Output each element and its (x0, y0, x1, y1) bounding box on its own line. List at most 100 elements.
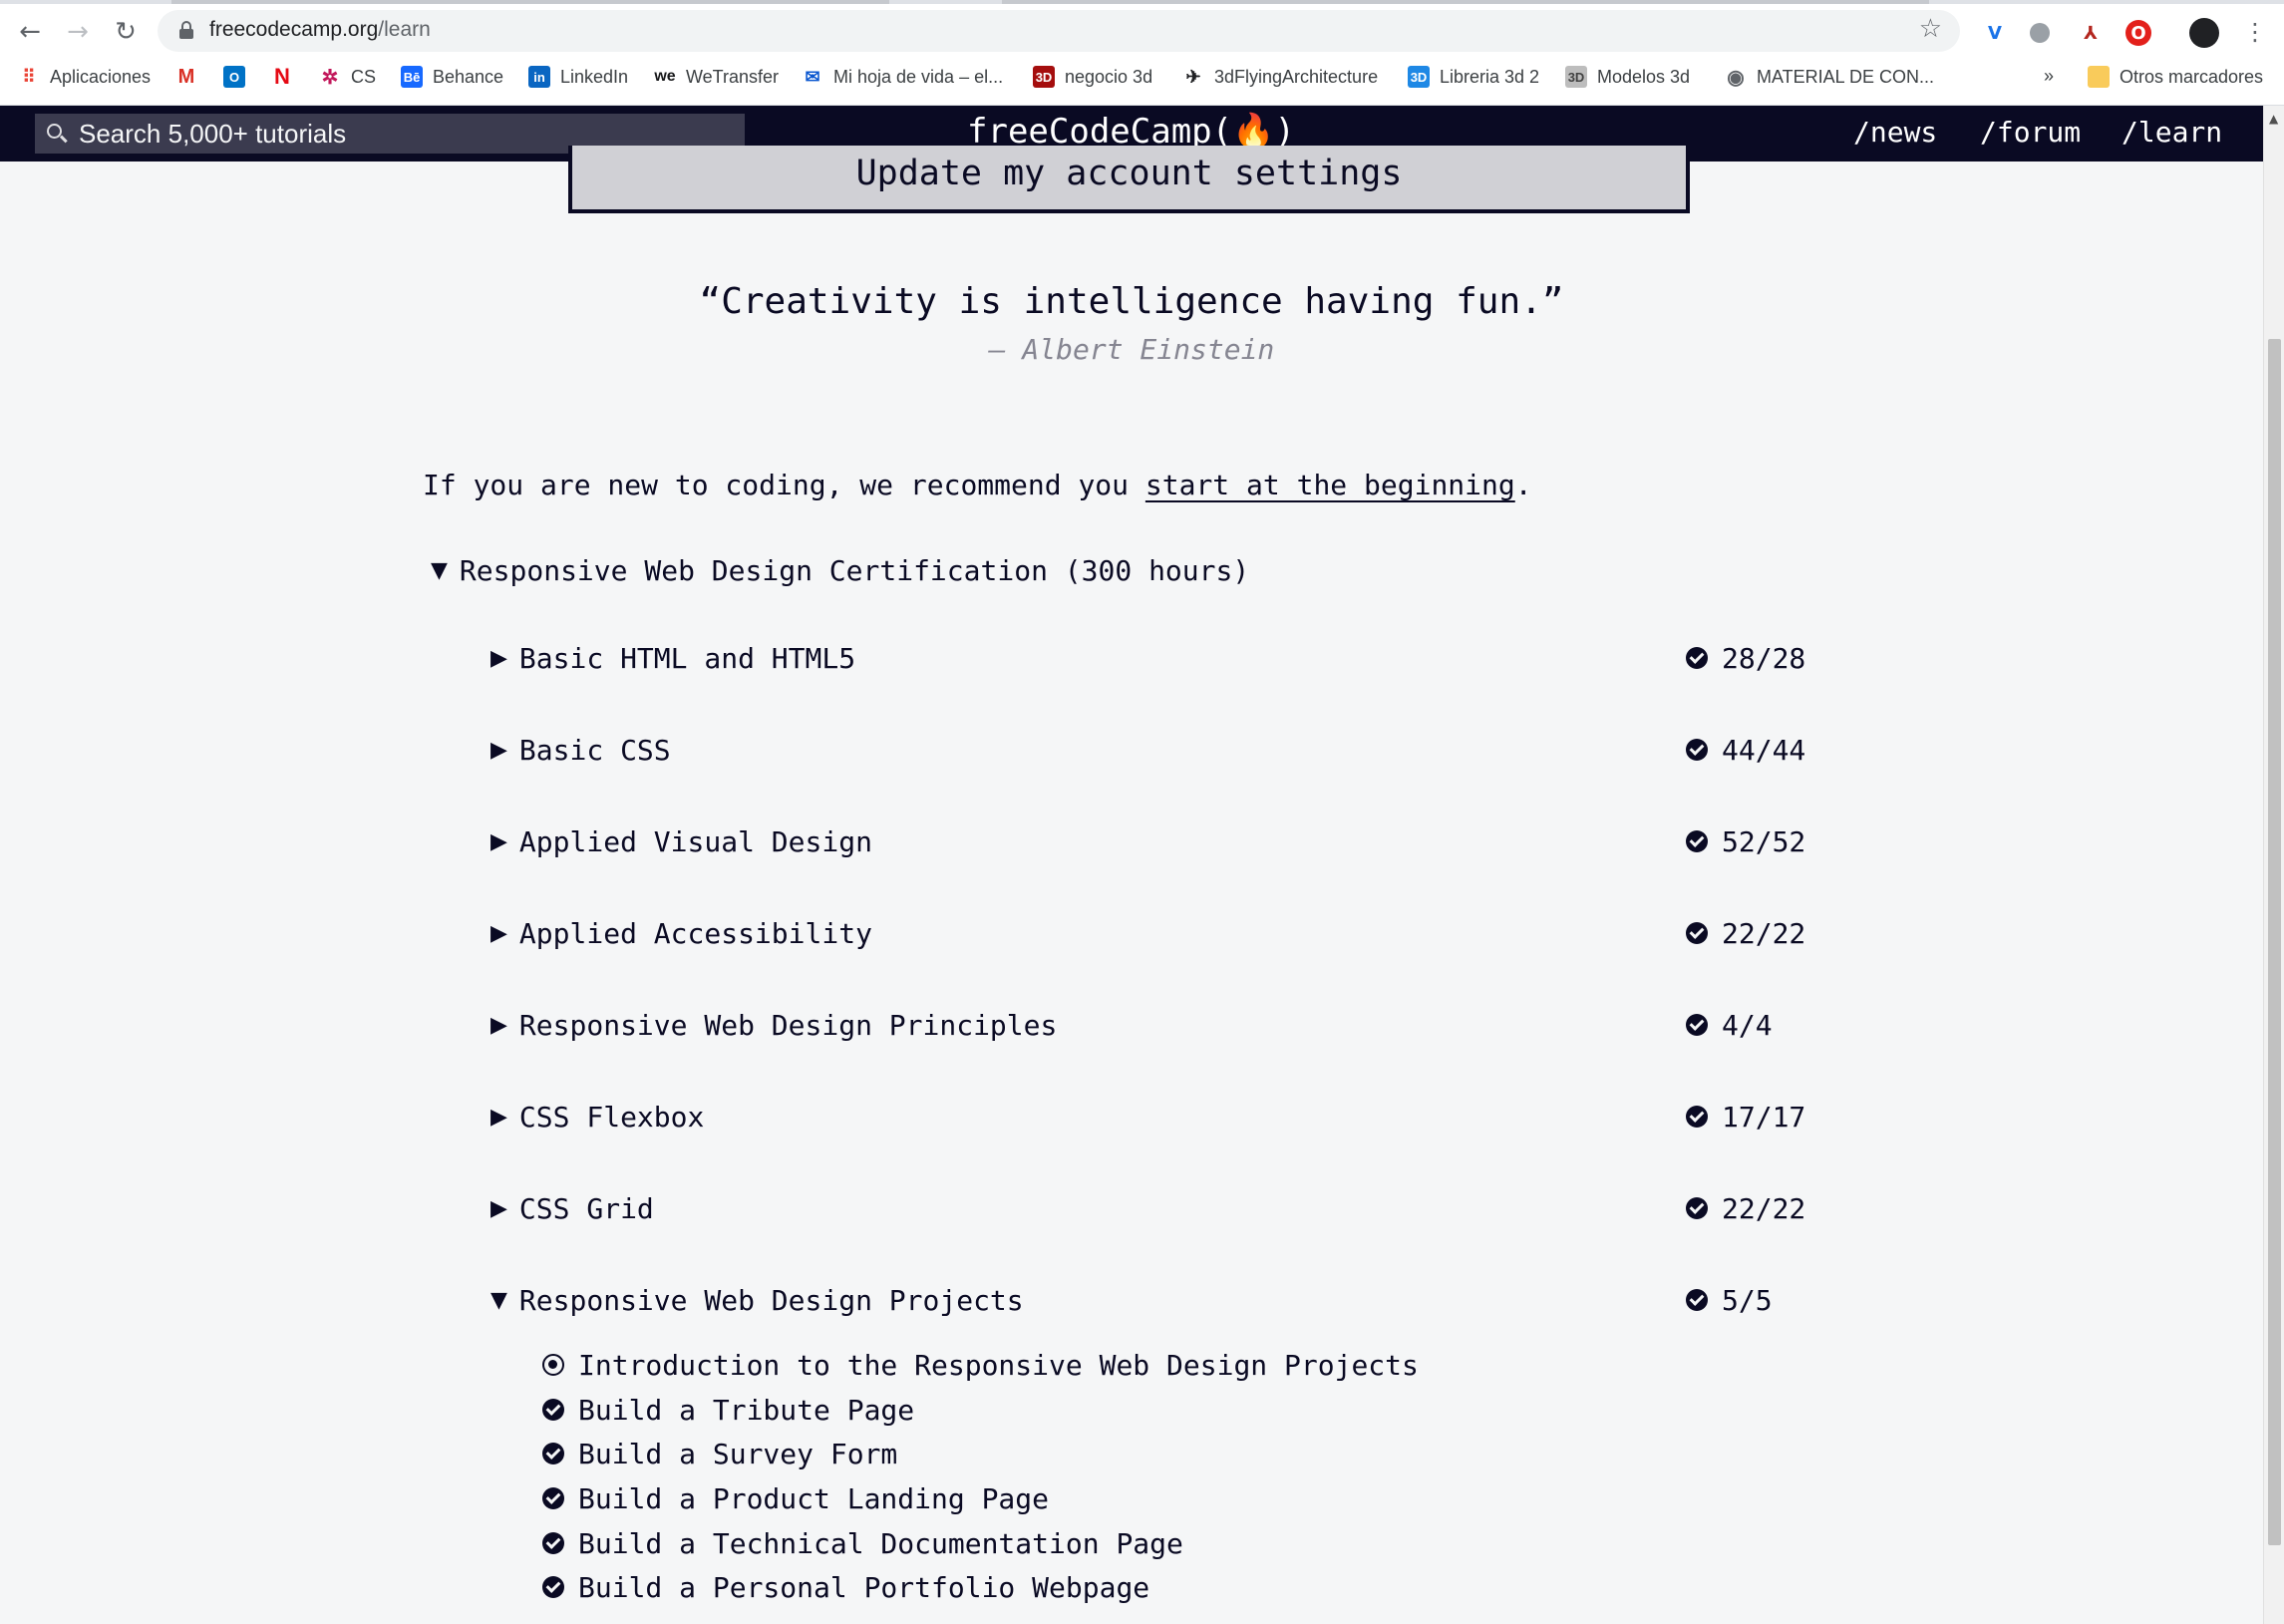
bookmark-gmail[interactable]: M (175, 66, 207, 88)
caret-down-icon: ▼ (431, 558, 448, 583)
update-settings-button[interactable]: Update my account settings (568, 146, 1690, 213)
mail-icon: ✉ (805, 66, 820, 87)
caret-right-icon: ▶ (490, 1195, 507, 1221)
challenge-technical-documentation[interactable]: Build a Technical Documentation Page (542, 1525, 1183, 1561)
current-challenge-icon (542, 1354, 564, 1376)
block-basic-html[interactable]: ▶ Basic HTML and HTML5 28/28 (490, 638, 1806, 678)
3d-grey-icon: 3D (1565, 66, 1587, 88)
check-icon (542, 1576, 564, 1598)
bookmark-negocio-3d[interactable]: 3D negocio 3d (1033, 66, 1152, 88)
address-bar[interactable]: freecodecamp.org/learn ☆ (158, 10, 1960, 52)
fly-icon: ✈ (1185, 66, 1201, 87)
folder-icon (2088, 66, 2110, 88)
caret-right-icon: ▶ (490, 1104, 507, 1130)
menu-kebab-icon[interactable]: ⋮ (2235, 14, 2275, 50)
linkedin-icon: in (528, 66, 550, 88)
block-rwd-projects[interactable]: ▼ Responsive Web Design Projects 5/5 (490, 1280, 1806, 1320)
pdf-extension-icon[interactable]: ⅄ (2078, 20, 2104, 46)
bookmark-wetransfer[interactable]: we WeTransfer (654, 66, 779, 88)
bookmark-aplicaciones[interactable]: ⠿ Aplicaciones (18, 66, 151, 88)
bookmarks-bar: ⠿ Aplicaciones M O N ✲ CS Bē Behance in Link… (0, 58, 2284, 98)
block-progress: 44/44 (1722, 733, 1806, 767)
browser-chrome: ← → ↻ freecodecamp.org/learn ☆ V ⅄ O ⋮ ⠿… (0, 0, 2284, 106)
nav-link-news[interactable]: /news (1853, 116, 1937, 149)
bookmarks-overflow-button[interactable]: » (2044, 66, 2054, 87)
back-arrow-icon[interactable]: ← (10, 14, 50, 50)
bookmark-libreria-3d[interactable]: 3D Libreria 3d 2 (1408, 66, 1539, 88)
caret-right-icon: ▶ (490, 737, 507, 763)
bookmark-modelos-3d[interactable]: 3D Modelos 3d (1565, 66, 1690, 88)
check-icon (1686, 1289, 1708, 1311)
block-progress: 17/17 (1722, 1100, 1806, 1134)
challenge-product-landing-page[interactable]: Build a Product Landing Page (542, 1480, 1049, 1516)
block-css-flexbox[interactable]: ▶ CSS Flexbox 17/17 (490, 1097, 1806, 1137)
apps-grid-icon: ⠿ (22, 66, 36, 87)
wetransfer-icon: we (654, 68, 676, 85)
page-scrollbar[interactable]: ▲ (2263, 106, 2284, 1624)
check-icon (1686, 1106, 1708, 1128)
bookmark-outlook[interactable]: O (223, 66, 255, 88)
block-rwd-principles[interactable]: ▶ Responsive Web Design Principles 4/4 (490, 1005, 1806, 1045)
gmail-icon: M (177, 65, 195, 88)
nav-link-forum[interactable]: /forum (1980, 116, 2081, 149)
netflix-icon: N (274, 64, 290, 89)
outlook-icon: O (223, 66, 245, 88)
check-icon (1686, 830, 1708, 852)
browser-tab[interactable] (1002, 0, 1929, 4)
opera-extension-icon[interactable]: O (2125, 20, 2151, 46)
search-input[interactable] (79, 118, 717, 150)
check-icon (542, 1532, 564, 1554)
scrollbar-thumb[interactable] (2268, 339, 2281, 1545)
challenge-survey-form[interactable]: Build a Survey Form (542, 1436, 897, 1471)
intro-text: If you are new to coding, we recommend y… (423, 469, 1532, 501)
caret-right-icon: ▶ (490, 1012, 507, 1038)
caret-right-icon: ▶ (490, 645, 507, 671)
certification-title: Responsive Web Design Certification (300… (459, 554, 1250, 587)
challenge-tribute-page[interactable]: Build a Tribute Page (542, 1392, 914, 1428)
forward-arrow-icon[interactable]: → (58, 14, 98, 50)
search-icon (47, 124, 68, 144)
caret-right-icon: ▶ (490, 920, 507, 946)
cs-icon: ✲ (321, 66, 339, 89)
globe-icon: ◉ (1727, 66, 1745, 89)
bookmark-netflix[interactable]: N (271, 64, 303, 89)
check-icon (542, 1443, 564, 1464)
quote-text: “Creativity is intelligence having fun.” (699, 281, 1564, 322)
challenge-personal-portfolio[interactable]: Build a Personal Portfolio Webpage (542, 1569, 1149, 1605)
bookmark-3dflyingarchitecture[interactable]: ✈ 3dFlyingArchitecture (1182, 66, 1378, 88)
behance-icon: Bē (401, 66, 423, 88)
certification-toggle[interactable]: ▼ Responsive Web Design Certification (3… (431, 554, 1249, 587)
profile-avatar[interactable] (2189, 18, 2219, 48)
block-progress: 22/22 (1722, 916, 1806, 950)
circle-extension-icon[interactable] (2030, 23, 2050, 43)
bookmark-otros-marcadores[interactable]: Otros marcadores (2088, 66, 2263, 88)
block-progress: 28/28 (1722, 641, 1806, 675)
start-at-beginning-link[interactable]: start at the beginning (1145, 469, 1515, 501)
lock-icon (179, 21, 193, 39)
vpn-extension-icon[interactable]: V (1982, 20, 2008, 46)
block-applied-accessibility[interactable]: ▶ Applied Accessibility 22/22 (490, 913, 1806, 953)
nav-link-learn[interactable]: /learn (2121, 116, 2222, 149)
block-css-grid[interactable]: ▶ CSS Grid 22/22 (490, 1188, 1806, 1228)
check-icon (1686, 1197, 1708, 1219)
bookmark-material[interactable]: ◉ MATERIAL DE CON... (1725, 66, 1934, 89)
check-icon (542, 1487, 564, 1509)
bookmark-linkedin[interactable]: in LinkedIn (528, 66, 628, 88)
challenge-intro[interactable]: Introduction to the Responsive Web Desig… (542, 1347, 1419, 1383)
bookmark-star-icon[interactable]: ☆ (1919, 14, 1942, 44)
3d-blue-icon: 3D (1408, 66, 1430, 88)
reload-icon[interactable]: ↻ (106, 14, 146, 50)
tab-strip (0, 0, 2284, 4)
bookmark-behance[interactable]: Bē Behance (401, 66, 503, 88)
check-icon (1686, 739, 1708, 761)
block-progress: 52/52 (1722, 824, 1806, 858)
caret-right-icon: ▶ (490, 828, 507, 854)
check-icon (542, 1399, 564, 1421)
scroll-up-arrow-icon[interactable]: ▲ (2269, 112, 2278, 126)
bookmark-hoja-de-vida[interactable]: ✉ Mi hoja de vida – el... (802, 66, 1003, 88)
browser-tab[interactable] (171, 0, 889, 4)
url-text[interactable]: freecodecamp.org/learn (209, 18, 431, 42)
bookmark-cs[interactable]: ✲ CS (319, 66, 376, 89)
block-applied-visual-design[interactable]: ▶ Applied Visual Design 52/52 (490, 821, 1806, 861)
block-basic-css[interactable]: ▶ Basic CSS 44/44 (490, 730, 1806, 770)
